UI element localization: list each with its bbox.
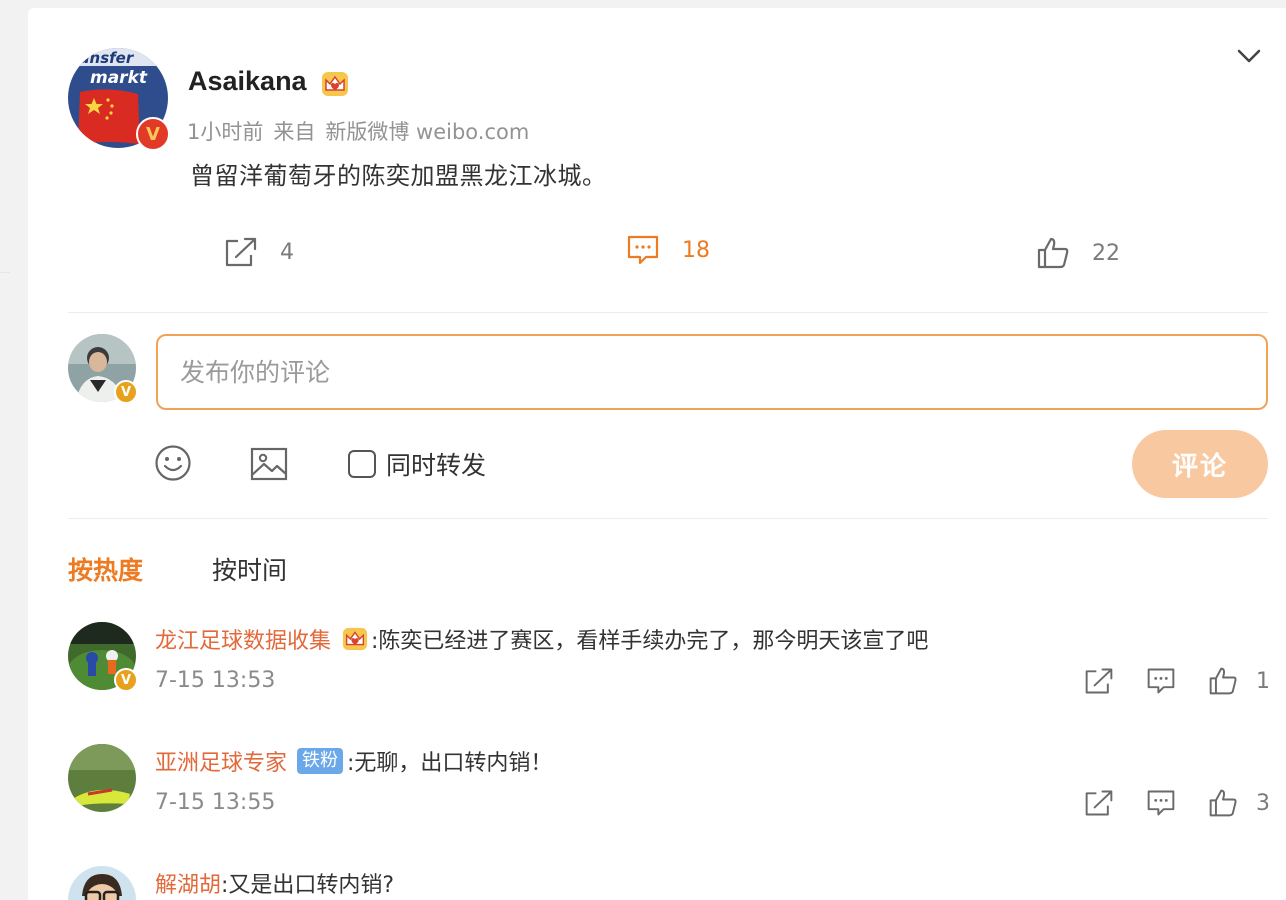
comment-like-button[interactable]: 3 — [1208, 788, 1270, 818]
submit-comment-button[interactable]: 评论 — [1132, 430, 1268, 498]
comment-icon — [1147, 790, 1175, 816]
comment-icon — [1147, 668, 1175, 694]
comment-button[interactable]: 18 — [626, 234, 710, 266]
repost-icon — [1085, 790, 1113, 816]
emoji-icon — [155, 445, 191, 481]
like-button[interactable]: 22 — [1036, 236, 1120, 270]
crown-icon — [341, 626, 369, 652]
post-source[interactable]: 新版微博 weibo.com — [325, 120, 529, 144]
source-prefix: 来自 — [273, 120, 316, 144]
comment-icon — [627, 235, 659, 265]
repost-icon — [1085, 668, 1113, 694]
comment-line: 亚洲足球专家 铁粉 :无聊，出口转内销！ — [155, 745, 552, 777]
image-icon — [250, 447, 288, 481]
comment-avatar[interactable] — [68, 744, 136, 812]
image-upload-button[interactable] — [250, 446, 288, 486]
divider — [68, 518, 1268, 519]
like-icon — [1037, 237, 1069, 269]
like-icon — [1209, 789, 1237, 817]
verified-badge: V — [136, 117, 170, 151]
comment-like-count: 1 — [1256, 668, 1270, 694]
post-time[interactable]: 1小时前 — [187, 120, 263, 144]
fan-badge: 铁粉 — [297, 748, 344, 774]
comment-input[interactable] — [156, 334, 1268, 410]
crown-icon — [320, 70, 350, 98]
repost-button[interactable]: 4 — [224, 236, 294, 268]
divider — [68, 312, 1268, 313]
comment-reply-button[interactable] — [1146, 788, 1176, 818]
comment-repost-button[interactable] — [1084, 666, 1114, 696]
comment-text: :无聊，出口转内销！ — [347, 751, 553, 776]
current-user-verified-badge: V — [114, 380, 138, 404]
author-name[interactable]: Asaikana — [188, 66, 307, 97]
emoji-button[interactable] — [154, 444, 192, 486]
comment-count: 18 — [682, 237, 710, 263]
left-strip-divider — [0, 272, 10, 273]
post-meta: 1小时前 来自 新版微博 weibo.com — [187, 116, 539, 146]
checkbox-box[interactable] — [348, 450, 376, 478]
avatar-text-bottom: markt — [90, 68, 148, 88]
chevron-down-icon[interactable] — [1234, 42, 1264, 70]
repost-count: 4 — [280, 239, 294, 265]
comment-text: :又是出口转内销? — [221, 873, 395, 898]
tab-sort-by-hot[interactable]: 按热度 — [68, 551, 143, 587]
comment-repost-button[interactable] — [1084, 788, 1114, 818]
comment-text: :陈奕已经进了赛区，看样手续办完了，那今明天该宣了吧 — [371, 629, 929, 654]
comment-line: 解湖胡 :又是出口转内销? — [155, 867, 394, 899]
repost-also-label: 同时转发 — [386, 451, 487, 480]
comment-actions: 3 — [1084, 788, 1270, 818]
repost-also-checkbox[interactable]: 同时转发 — [348, 446, 486, 482]
comment-username[interactable]: 解湖胡 — [155, 867, 221, 899]
comment-actions: 1 — [1084, 666, 1270, 696]
comment-time[interactable]: 7-15 13:55 — [155, 790, 275, 815]
repost-icon — [225, 237, 257, 267]
comment-like-button[interactable]: 1 — [1208, 666, 1270, 696]
tab-sort-by-time[interactable]: 按时间 — [212, 551, 287, 587]
like-icon — [1209, 667, 1237, 695]
like-count: 22 — [1092, 240, 1120, 266]
comment-time[interactable]: 7-15 13:53 — [155, 668, 275, 693]
comment-username[interactable]: 亚洲足球专家 — [155, 745, 287, 777]
comment-like-count: 3 — [1256, 790, 1270, 816]
comment-line: 龙江足球数据收集 :陈奕已经进了赛区，看样手续办完了，那今明天该宣了吧 — [155, 623, 928, 655]
post-content: 曾留洋葡萄牙的陈奕加盟黑龙江冰城。 — [190, 162, 607, 190]
comment-reply-button[interactable] — [1146, 666, 1176, 696]
commenter-verified-badge: V — [114, 668, 138, 692]
comment-username[interactable]: 龙江足球数据收集 — [155, 623, 331, 655]
left-background-strip — [0, 0, 10, 900]
